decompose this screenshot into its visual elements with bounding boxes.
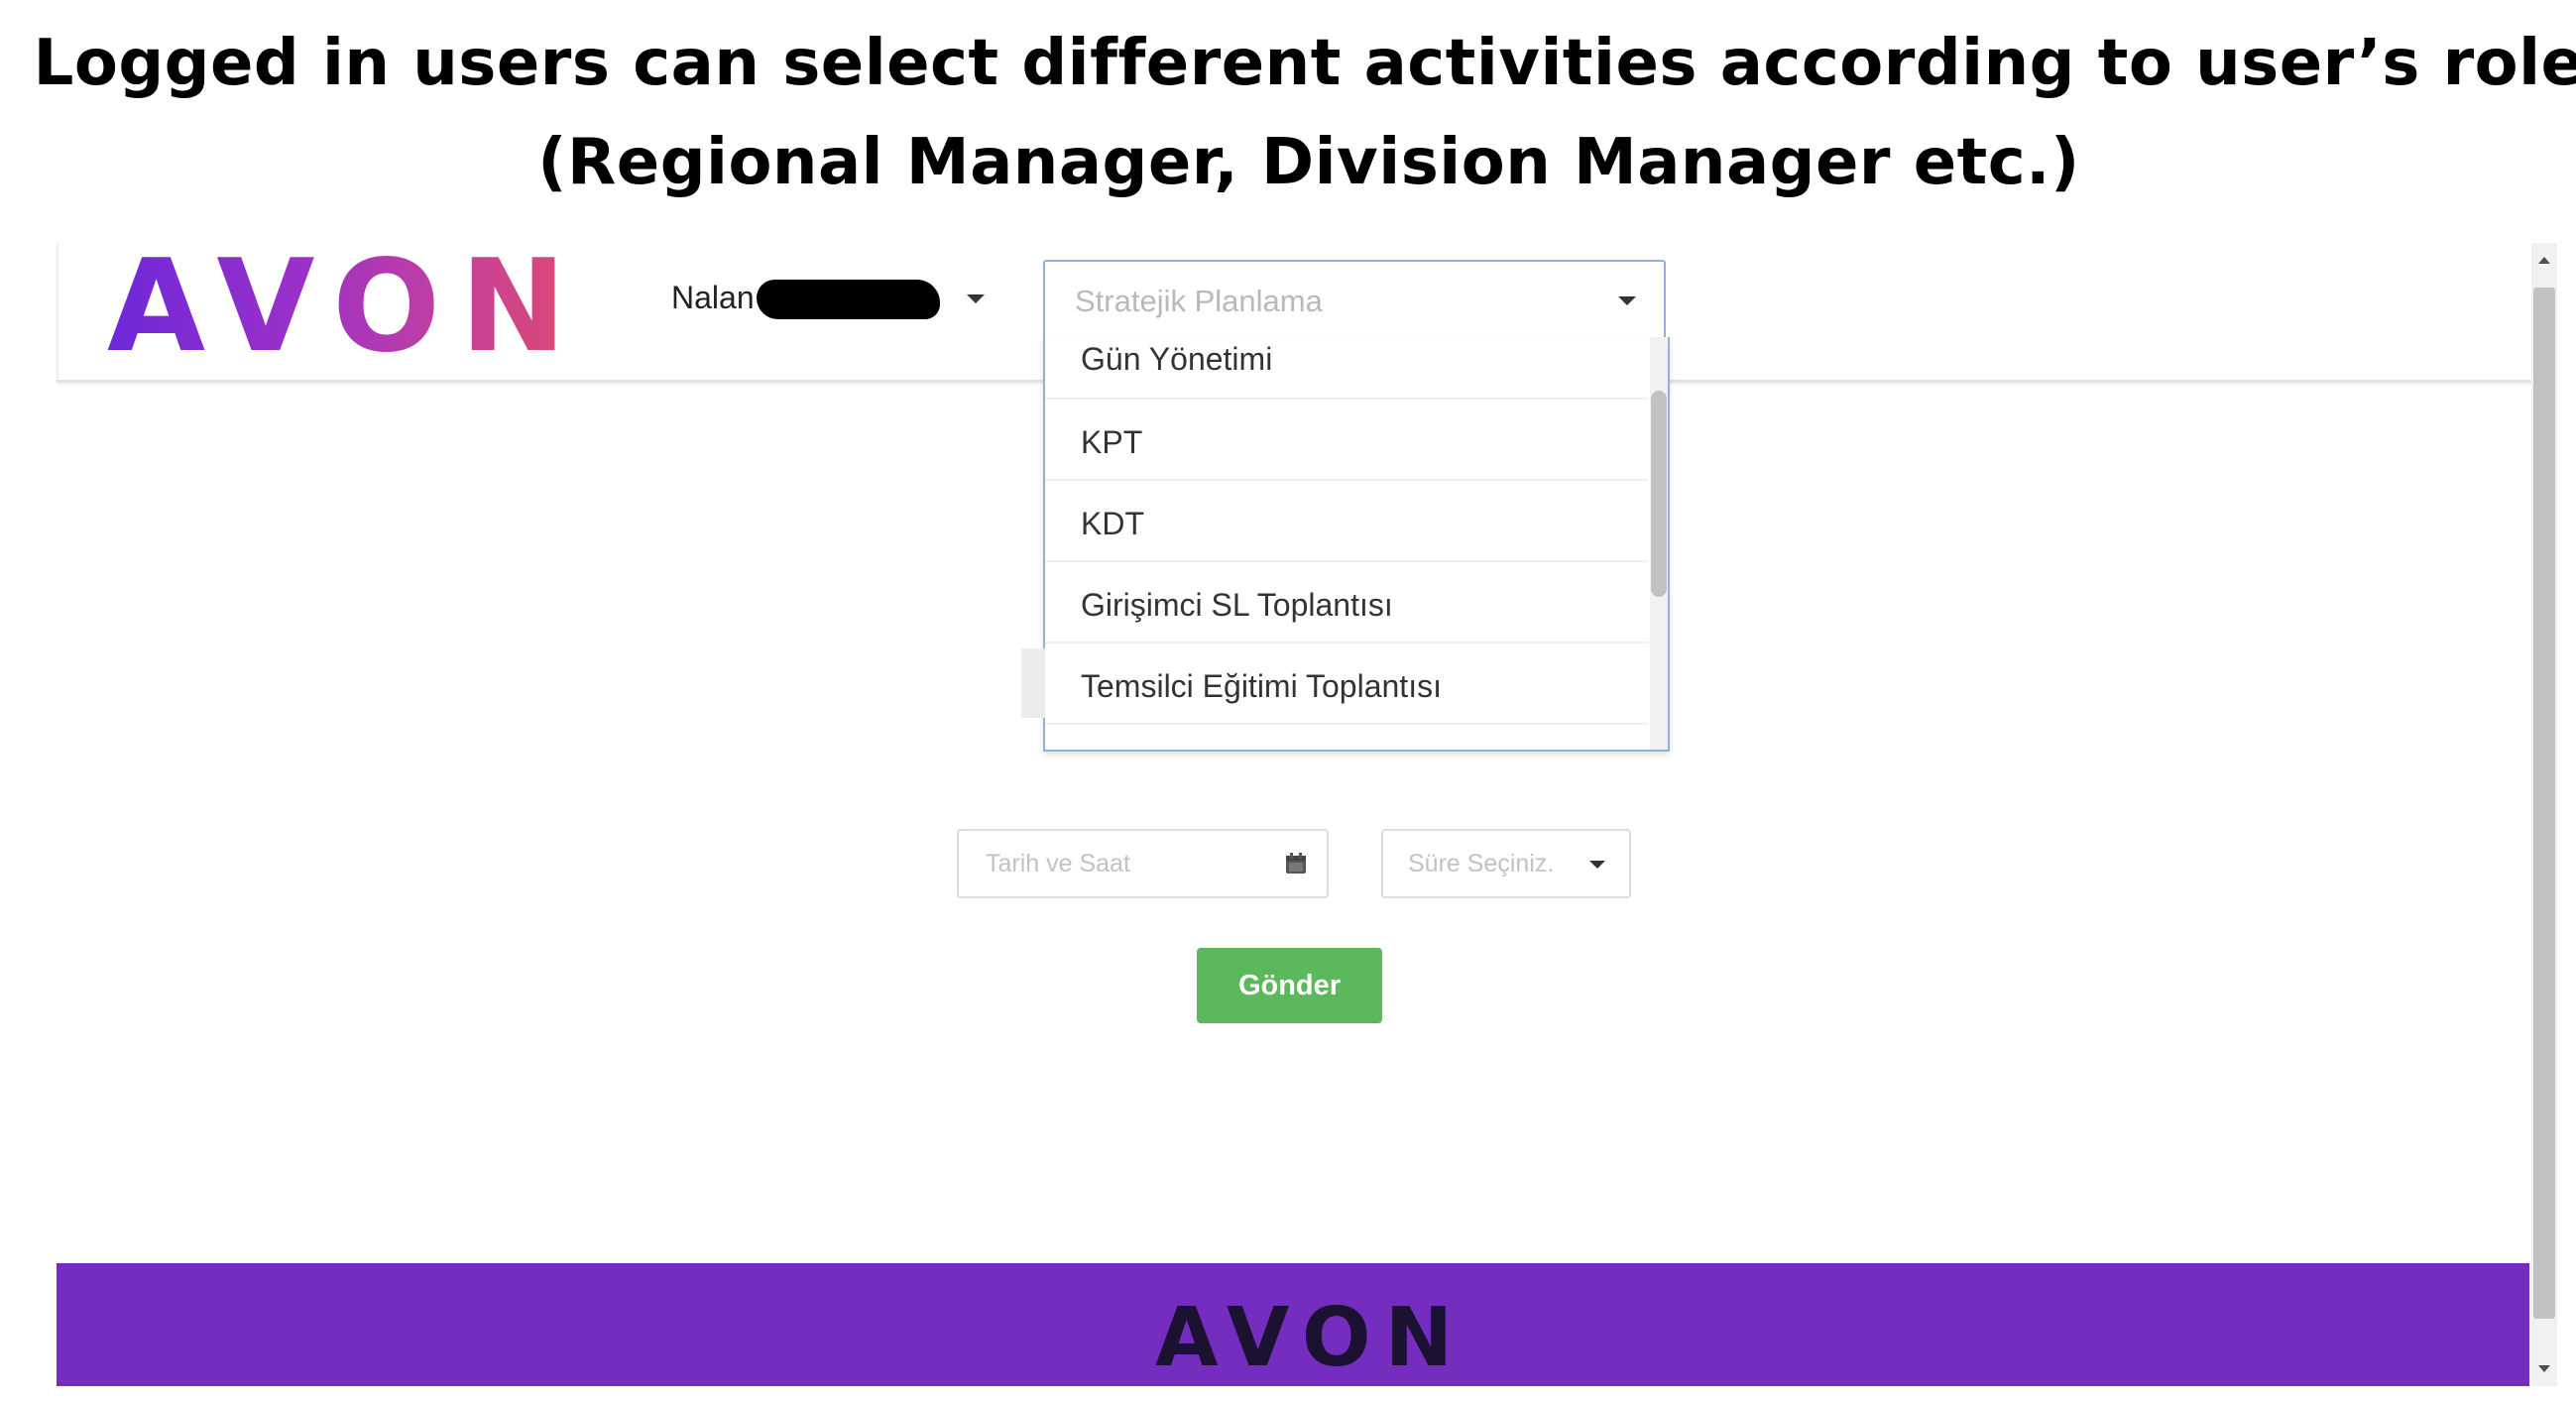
dropdown-scrollbar-thumb[interactable] — [1651, 391, 1667, 597]
date-time-placeholder: Tarih ve Saat — [986, 850, 1130, 877]
activity-option-girisimci-sl[interactable]: Girişimci SL Toplantısı — [1045, 562, 1648, 643]
activity-select-placeholder: Stratejik Planlama — [1075, 284, 1323, 318]
chevron-down-icon — [1618, 296, 1636, 305]
footer-logo: AVON — [1155, 1291, 1467, 1385]
caption-line-1: Logged in users can select different act… — [33, 27, 2576, 100]
activity-option-temsilci-egitimi[interactable]: Temsilci Eğitimi Toplantısı — [1045, 643, 1648, 725]
date-time-field[interactable]: Tarih ve Saat — [957, 829, 1329, 898]
duration-select[interactable]: Süre Seçiniz. — [1381, 829, 1631, 898]
redaction-mark — [757, 280, 940, 319]
submit-button[interactable]: Gönder — [1197, 948, 1382, 1023]
activity-option-gun-yonetimi[interactable]: Gün Yönetimi — [1045, 337, 1648, 400]
scroll-up-icon[interactable] — [2538, 257, 2550, 264]
scroll-down-icon[interactable] — [2538, 1365, 2550, 1372]
activity-dropdown-list[interactable]: Gün Yönetimi KPT KDT Girişimci SL Toplan… — [1043, 337, 1670, 752]
user-menu-caret-icon[interactable] — [967, 294, 985, 303]
page-scrollbar-thumb[interactable] — [2533, 288, 2555, 1319]
avon-logo[interactable]: AVON — [107, 238, 586, 377]
activity-select[interactable]: Stratejik Planlama — [1043, 260, 1666, 337]
page-scrollbar[interactable] — [2531, 243, 2557, 1386]
chevron-down-icon — [1589, 861, 1605, 869]
duration-placeholder: Süre Seçiniz. — [1408, 850, 1555, 877]
calendar-icon[interactable] — [1284, 852, 1308, 876]
hidden-control-edge — [1021, 648, 1045, 718]
caption-line-2: (Regional Manager, Division Manager etc.… — [537, 126, 2080, 199]
activity-option-kdt[interactable]: KDT — [1045, 481, 1648, 562]
activity-option-kpt[interactable]: KPT — [1045, 400, 1648, 481]
header-edge — [57, 243, 59, 380]
caption: Logged in users can select different act… — [0, 14, 2576, 212]
